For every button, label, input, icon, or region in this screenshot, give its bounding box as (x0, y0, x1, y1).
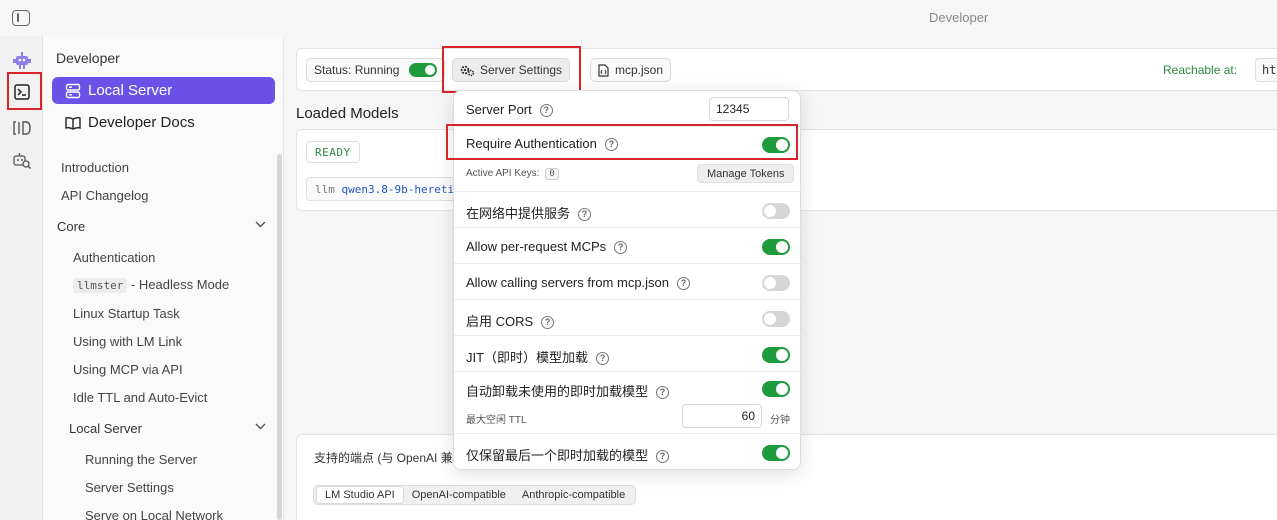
sidebar-item-local-server[interactable]: Local Server (52, 77, 275, 104)
endpoint-tabs: LM Studio API OpenAI-compatible Anthropi… (313, 485, 637, 505)
server-settings-button[interactable]: Server Settings (452, 58, 571, 82)
reachable-label: Reachable at: (1163, 63, 1238, 77)
row-keep-last: 仅保留最后一个即时加载的模型? (454, 434, 802, 470)
row-calling-servers: Allow calling servers from mcp.json? (454, 264, 802, 300)
server-port-label: Server Port? (466, 102, 553, 117)
chevron-down-icon[interactable] (255, 220, 266, 231)
file-icon (598, 63, 609, 77)
gears-icon (460, 64, 475, 77)
doc-mcp-via-api[interactable]: Using MCP via API (73, 362, 183, 377)
cmd-model: qwen3.8-9b-hereti (341, 183, 455, 196)
doc-server-settings[interactable]: Server Settings (85, 480, 174, 495)
endpoints-text: 支持的端点 (与 OpenAI 兼 (314, 451, 453, 465)
help-icon[interactable]: ? (596, 352, 610, 365)
doc-serve-local[interactable]: Serve on Local Network (85, 508, 223, 520)
per-request-mcps-label: Allow per-request MCPs? (466, 239, 628, 254)
server-port-input[interactable]: 12345 (709, 97, 789, 121)
llmster-text: - Headless Mode (130, 277, 230, 292)
sidebar-toggle-icon[interactable] (12, 10, 30, 26)
help-icon[interactable]: ? (541, 316, 555, 329)
max-idle-label: 最大空闲 TTL (466, 415, 527, 426)
server-settings-popover: Server Port? 12345 Require Authenticatio… (453, 90, 802, 470)
status-label: Status: Running (314, 63, 400, 77)
jit-toggle[interactable] (762, 347, 790, 366)
help-icon[interactable]: ? (614, 241, 628, 254)
help-icon[interactable]: ? (539, 104, 553, 117)
row-auto-unload: 自动卸载未使用的即时加载模型? 最大空闲 TTL 60 分钟 (454, 372, 802, 434)
help-icon[interactable]: ? (677, 277, 691, 290)
status-toggle[interactable]: Status: Running (306, 58, 446, 82)
row-serve-network: 在网络中提供服务? (454, 192, 802, 228)
require-auth-label: Require Authentication? (466, 136, 618, 151)
book-icon (64, 116, 82, 130)
sidebar-item-label: Local Server (88, 82, 173, 99)
row-require-auth: Require Authentication? Active API Keys:… (454, 127, 802, 192)
doc-section-core[interactable]: Core (57, 219, 85, 234)
doc-llmster[interactable]: llmster - Headless Mode (73, 277, 230, 293)
cmd-prefix: llm (315, 183, 335, 196)
active-keys-count: 0 (545, 168, 559, 180)
serve-network-label: 在网络中提供服务? (466, 203, 592, 222)
reachable-url[interactable]: http (1255, 58, 1277, 82)
calling-servers-toggle[interactable] (762, 275, 790, 294)
window-title: Developer (929, 10, 989, 25)
doc-running-server[interactable]: Running the Server (85, 452, 197, 467)
row-cors: 启用 CORS? (454, 300, 802, 336)
server-icon (64, 83, 82, 99)
doc-section-local-server[interactable]: Local Server (69, 421, 142, 436)
model-bracket-icon[interactable] (8, 114, 35, 141)
sidebar-title: Developer (56, 50, 120, 66)
sidebar-item-label: Developer Docs (88, 114, 195, 131)
mcp-json-button[interactable]: mcp.json (590, 58, 672, 82)
per-request-mcps-toggle[interactable] (762, 239, 790, 258)
server-settings-label: Server Settings (480, 63, 563, 77)
auto-unload-toggle[interactable] (762, 381, 790, 400)
keep-last-label: 仅保留最后一个即时加载的模型? (466, 445, 670, 464)
doc-idle-ttl[interactable]: Idle TTL and Auto-Evict (73, 390, 207, 405)
row-jit: JIT（即时）模型加载? (454, 336, 802, 372)
doc-introduction[interactable]: Introduction (61, 160, 129, 175)
cors-toggle[interactable] (762, 311, 790, 330)
help-icon[interactable]: ? (656, 450, 670, 463)
robot-icon[interactable] (8, 47, 35, 74)
help-icon[interactable]: ? (604, 138, 618, 151)
manage-tokens-button[interactable]: Manage Tokens (697, 164, 795, 183)
doc-authentication[interactable]: Authentication (73, 250, 155, 265)
keep-last-toggle[interactable] (762, 445, 790, 464)
llmster-code: llmster (73, 278, 128, 293)
loaded-models-title: Loaded Models (296, 105, 399, 122)
server-toolbar: Status: Running Server Settings mcp.json… (296, 48, 1277, 91)
title-bar: Developer (0, 0, 1277, 36)
help-icon[interactable]: ? (656, 386, 670, 399)
sidebar-scrollbar[interactable] (277, 154, 282, 520)
doc-linux-startup[interactable]: Linux Startup Task (73, 306, 180, 321)
jit-label: JIT（即时）模型加载? (466, 347, 610, 366)
tab-lm-studio-api[interactable]: LM Studio API (316, 486, 404, 504)
ready-badge: READY (306, 141, 360, 163)
serve-network-toggle[interactable] (762, 203, 790, 222)
doc-lm-link[interactable]: Using with LM Link (73, 334, 182, 349)
sidebar-item-developer-docs[interactable]: Developer Docs (52, 109, 275, 136)
auto-unload-label: 自动卸载未使用的即时加载模型? (466, 381, 670, 400)
cors-label: 启用 CORS? (466, 311, 555, 330)
active-keys-label: Active API Keys: 0 (466, 168, 559, 180)
require-auth-toggle[interactable] (762, 137, 790, 156)
tab-openai-compatible[interactable]: OpenAI-compatible (404, 487, 514, 503)
mcp-json-label: mcp.json (615, 63, 664, 77)
status-switch[interactable] (409, 63, 438, 77)
chevron-down-icon[interactable] (255, 422, 266, 433)
max-idle-unit: 分钟 (770, 415, 790, 426)
icon-rail (0, 36, 43, 520)
tab-anthropic-compatible[interactable]: Anthropic-compatible (514, 487, 633, 503)
row-server-port: Server Port? 12345 (454, 91, 802, 127)
max-idle-input[interactable]: 60 (682, 404, 762, 428)
sidebar: Developer Local Server Developer Docs In… (43, 36, 284, 520)
doc-api-changelog[interactable]: API Changelog (61, 188, 148, 203)
terminal-icon[interactable] (8, 78, 35, 105)
row-per-request-mcps: Allow per-request MCPs? (454, 228, 802, 264)
calling-servers-label: Allow calling servers from mcp.json? (466, 275, 691, 290)
robot-search-icon[interactable] (8, 147, 35, 174)
help-icon[interactable]: ? (578, 208, 592, 221)
